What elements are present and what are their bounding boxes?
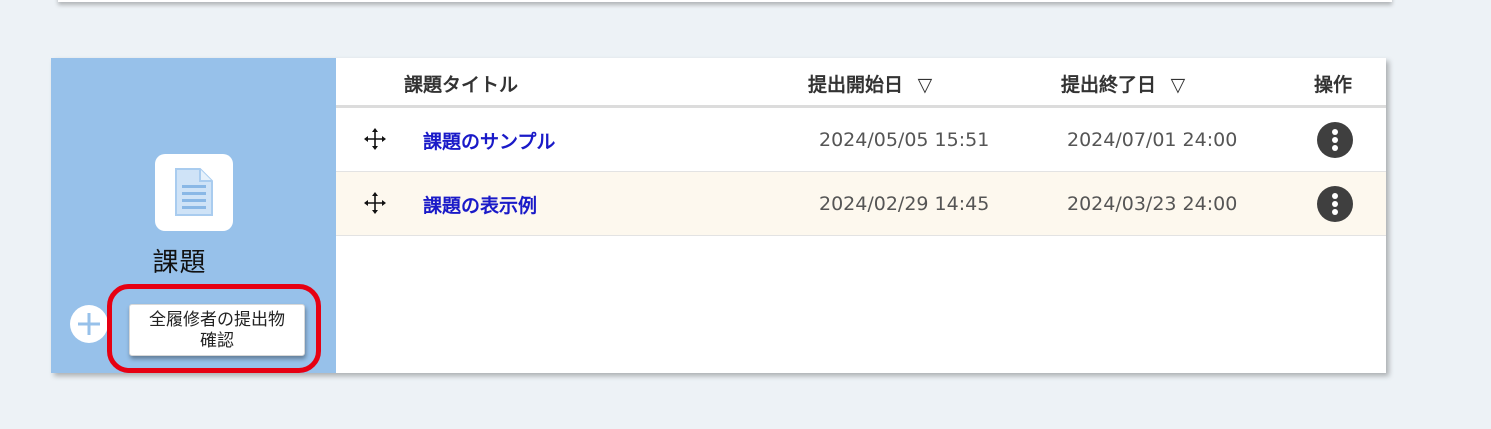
end-date: 2024/03/23 24:00 bbox=[1067, 193, 1238, 215]
assignment-title-link[interactable]: 課題のサンプル bbox=[423, 127, 555, 154]
table-row: 課題の表示例 2024/02/29 14:45 2024/03/23 24:00 bbox=[336, 172, 1386, 236]
end-date-label: 提出終了日 bbox=[1061, 74, 1157, 96]
add-assignment-button[interactable] bbox=[70, 305, 108, 343]
drag-handle-icon[interactable] bbox=[364, 128, 386, 150]
table-row: 課題のサンプル 2024/05/05 15:51 2024/07/01 24:0… bbox=[336, 108, 1386, 172]
sort-icon: ▽ bbox=[1170, 74, 1186, 96]
section-title: 課題 bbox=[152, 248, 207, 278]
column-header-title: 課題タイトル bbox=[404, 74, 519, 96]
end-date: 2024/07/01 24:00 bbox=[1067, 129, 1238, 151]
highlight-annotation bbox=[107, 284, 321, 373]
assignments-sidebar: 課題 全履修者の提出物 確認 bbox=[51, 58, 336, 373]
column-header-start-date[interactable]: 提出開始日 ▽ bbox=[808, 70, 932, 97]
assignments-card: 課題 全履修者の提出物 確認 課題タイトル 提出開始日 ▽ 提出終了日 ▽ 操作 bbox=[51, 58, 1386, 373]
assignments-table: 課題タイトル 提出開始日 ▽ 提出終了日 ▽ 操作 課題のサンプル 2024/0… bbox=[336, 58, 1386, 236]
top-panel bbox=[58, 0, 1392, 2]
sort-icon: ▽ bbox=[917, 74, 933, 96]
more-options-icon[interactable] bbox=[1317, 186, 1353, 222]
start-date-label: 提出開始日 bbox=[808, 74, 904, 96]
column-header-actions: 操作 bbox=[1314, 74, 1353, 96]
start-date: 2024/02/29 14:45 bbox=[819, 193, 990, 215]
column-header-end-date[interactable]: 提出終了日 ▽ bbox=[1061, 70, 1185, 97]
drag-handle-icon[interactable] bbox=[364, 192, 386, 214]
more-options-icon[interactable] bbox=[1317, 122, 1353, 158]
assignment-title-link[interactable]: 課題の表示例 bbox=[423, 191, 537, 218]
document-icon bbox=[155, 154, 233, 231]
start-date: 2024/05/05 15:51 bbox=[819, 129, 990, 151]
plus-icon bbox=[78, 313, 100, 335]
table-header: 課題タイトル 提出開始日 ▽ 提出終了日 ▽ 操作 bbox=[336, 58, 1386, 108]
